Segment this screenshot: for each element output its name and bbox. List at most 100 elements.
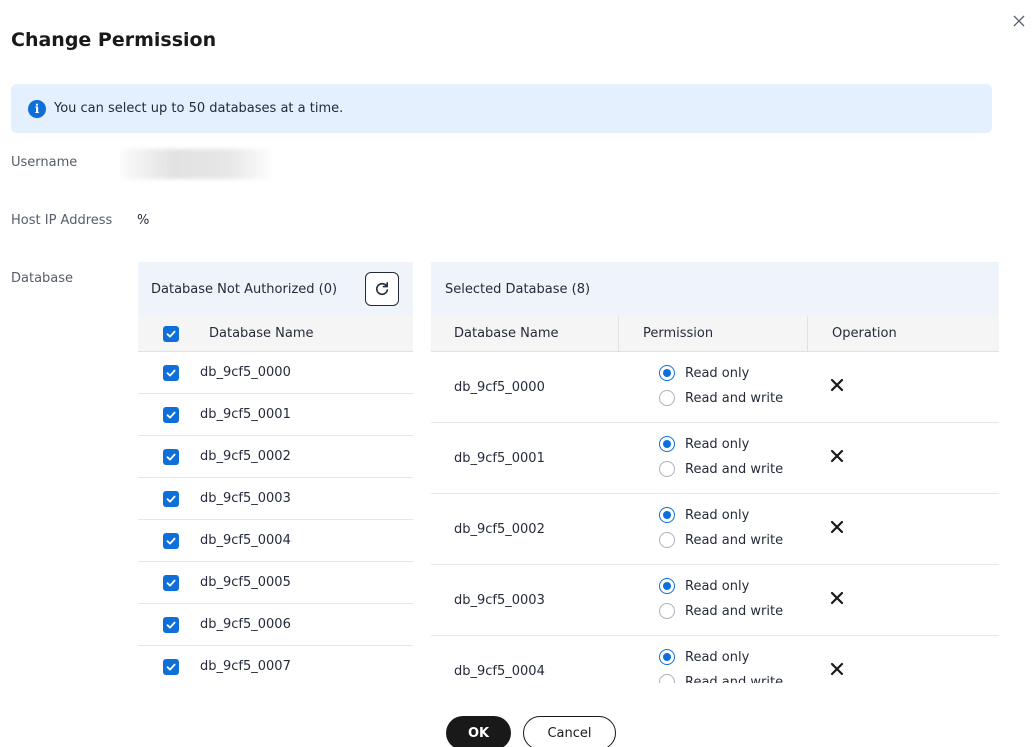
- table-row: db_9cf5_0002 Read only Read and write: [431, 494, 999, 565]
- database-name: db_9cf5_0006: [200, 617, 291, 632]
- permission-radio-group: Read only Read and write: [643, 364, 808, 407]
- close-icon[interactable]: [1009, 11, 1029, 31]
- row-checkbox[interactable]: [163, 616, 179, 633]
- permission-radio-group: Read only Read and write: [643, 435, 808, 478]
- unauthorized-database-panel: Database Not Authorized (0) Database Nam…: [138, 262, 413, 683]
- radio-read-write[interactable]: Read and write: [659, 673, 808, 683]
- radio-read-write[interactable]: Read and write: [659, 460, 808, 478]
- radio-label: Read and write: [685, 603, 784, 619]
- database-name: db_9cf5_0001: [454, 450, 545, 466]
- radio-button[interactable]: [659, 603, 675, 619]
- notice-text: You can select up to 50 databases at a t…: [54, 101, 344, 116]
- radio-read-write[interactable]: Read and write: [659, 389, 808, 407]
- database-name: db_9cf5_0002: [200, 449, 291, 464]
- table-row[interactable]: db_9cf5_0006: [138, 604, 413, 646]
- radio-read-write[interactable]: Read and write: [659, 531, 808, 549]
- cancel-button[interactable]: Cancel: [523, 716, 616, 747]
- delete-icon[interactable]: [830, 378, 844, 392]
- radio-label: Read only: [685, 507, 750, 523]
- database-name: db_9cf5_0007: [200, 659, 291, 674]
- table-row[interactable]: db_9cf5_0005: [138, 562, 413, 604]
- radio-label: Read only: [685, 365, 750, 381]
- radio-read-only[interactable]: Read only: [659, 364, 808, 382]
- radio-button[interactable]: [659, 461, 675, 477]
- database-name: db_9cf5_0004: [454, 663, 545, 679]
- row-checkbox[interactable]: [163, 658, 179, 675]
- dialog-footer: OK Cancel: [0, 716, 1032, 747]
- ok-button[interactable]: OK: [446, 716, 511, 747]
- table-row[interactable]: db_9cf5_0000: [138, 352, 413, 394]
- radio-label: Read and write: [685, 674, 784, 684]
- radio-label: Read and write: [685, 390, 784, 406]
- column-operation: Operation: [832, 326, 897, 341]
- radio-button[interactable]: [659, 674, 675, 683]
- refresh-icon: [376, 282, 389, 296]
- change-permission-dialog: Change Permission i You can select up to…: [0, 0, 1032, 747]
- table-row: db_9cf5_0001 Read only Read and write: [431, 423, 999, 494]
- radio-read-only[interactable]: Read only: [659, 435, 808, 453]
- delete-icon[interactable]: [830, 591, 844, 605]
- delete-icon[interactable]: [830, 520, 844, 534]
- database-name: db_9cf5_0001: [200, 407, 291, 422]
- unauthorized-list: db_9cf5_0000 db_9cf5_0001 db_9cf5_0002 d…: [138, 352, 413, 683]
- row-checkbox[interactable]: [163, 532, 179, 549]
- column-database-name: Database Name: [209, 326, 314, 341]
- selected-title: Selected Database (8): [431, 262, 999, 316]
- unauthorized-title: Database Not Authorized (0): [151, 281, 338, 297]
- database-name: db_9cf5_0005: [200, 575, 291, 590]
- table-row[interactable]: db_9cf5_0007: [138, 646, 413, 683]
- permission-radio-group: Read only Read and write: [643, 577, 808, 620]
- unauthorized-column-header: Database Name: [138, 316, 413, 352]
- username-value-redacted: [121, 149, 271, 179]
- delete-icon[interactable]: [830, 449, 844, 463]
- delete-icon[interactable]: [830, 662, 844, 676]
- database-name: db_9cf5_0004: [200, 533, 291, 548]
- table-row: db_9cf5_0000 Read only Read and write: [431, 352, 999, 423]
- row-checkbox[interactable]: [163, 490, 179, 507]
- row-checkbox[interactable]: [163, 448, 179, 465]
- database-name: db_9cf5_0002: [454, 521, 545, 537]
- radio-button[interactable]: [659, 390, 675, 406]
- database-name: db_9cf5_0003: [200, 491, 291, 506]
- column-permission: Permission: [619, 315, 808, 352]
- refresh-button[interactable]: [365, 272, 399, 306]
- host-ip-value: %: [137, 213, 150, 228]
- radio-label: Read only: [685, 436, 750, 452]
- host-ip-label: Host IP Address: [11, 213, 113, 228]
- column-database-name: Database Name: [431, 315, 619, 352]
- radio-button[interactable]: [659, 578, 675, 594]
- radio-label: Read and write: [685, 461, 784, 477]
- table-row[interactable]: db_9cf5_0004: [138, 520, 413, 562]
- permission-radio-group: Read only Read and write: [643, 648, 808, 683]
- radio-read-only[interactable]: Read only: [659, 506, 808, 524]
- table-row: db_9cf5_0003 Read only Read and write: [431, 565, 999, 636]
- radio-read-only[interactable]: Read only: [659, 577, 808, 595]
- radio-button[interactable]: [659, 532, 675, 548]
- info-icon: i: [28, 99, 46, 118]
- table-row[interactable]: db_9cf5_0001: [138, 394, 413, 436]
- radio-button[interactable]: [659, 365, 675, 381]
- radio-button[interactable]: [659, 649, 675, 665]
- row-checkbox[interactable]: [163, 364, 179, 381]
- database-name: db_9cf5_0000: [200, 365, 291, 380]
- unauthorized-header: Database Not Authorized (0): [138, 262, 413, 316]
- radio-label: Read and write: [685, 532, 784, 548]
- table-row: db_9cf5_0004 Read only Read and write: [431, 636, 999, 683]
- table-row[interactable]: db_9cf5_0002: [138, 436, 413, 478]
- database-name: db_9cf5_0000: [454, 379, 545, 395]
- database-name: db_9cf5_0003: [454, 592, 545, 608]
- radio-read-write[interactable]: Read and write: [659, 602, 808, 620]
- database-label: Database: [11, 271, 74, 286]
- row-checkbox[interactable]: [163, 574, 179, 591]
- radio-button[interactable]: [659, 507, 675, 523]
- select-all-checkbox[interactable]: [163, 325, 179, 342]
- radio-label: Read only: [685, 649, 750, 665]
- selected-column-header: Database Name Permission Operation: [431, 315, 999, 352]
- radio-label: Read only: [685, 578, 750, 594]
- table-row[interactable]: db_9cf5_0003: [138, 478, 413, 520]
- permission-radio-group: Read only Read and write: [643, 506, 808, 549]
- row-checkbox[interactable]: [163, 406, 179, 423]
- username-label: Username: [11, 155, 78, 170]
- radio-button[interactable]: [659, 436, 675, 452]
- radio-read-only[interactable]: Read only: [659, 648, 808, 666]
